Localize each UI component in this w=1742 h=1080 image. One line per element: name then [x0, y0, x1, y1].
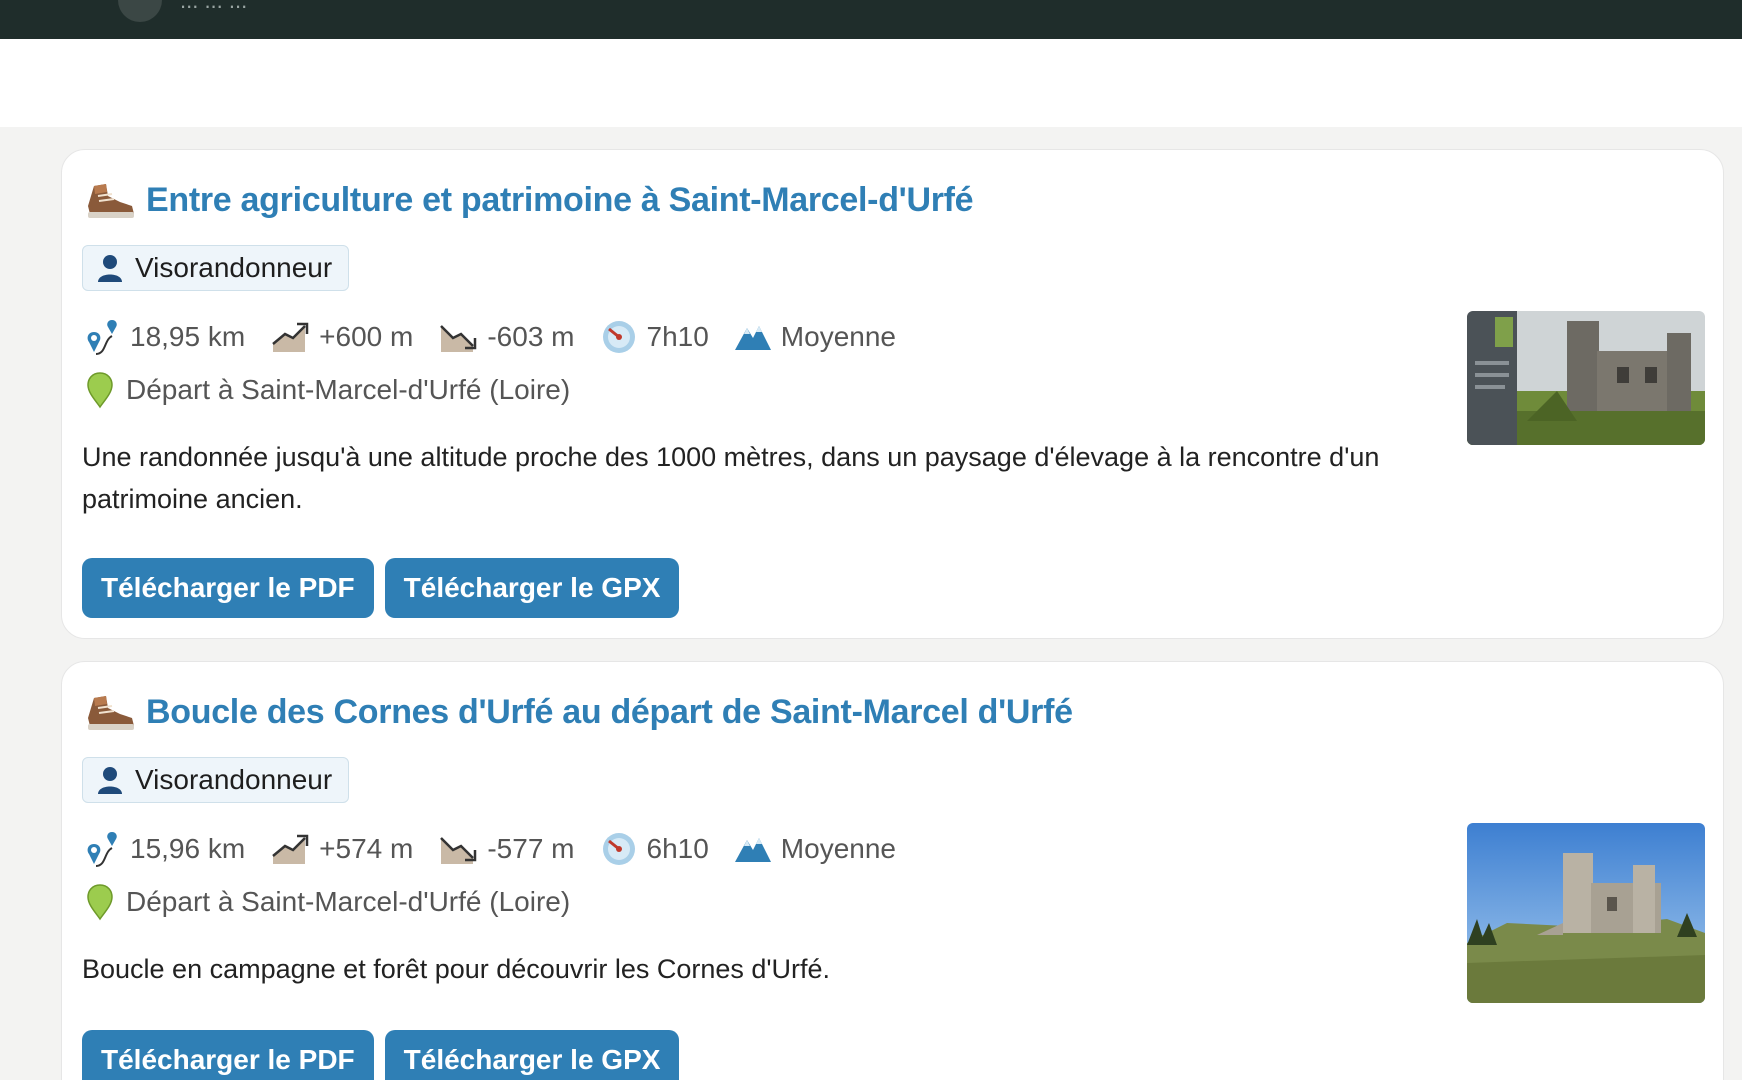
location-pin-icon — [87, 372, 113, 409]
stat-difficulty: Moyenne — [734, 833, 896, 865]
download-pdf-button[interactable]: Télécharger le PDF — [82, 1030, 374, 1080]
ascent-value: +600 m — [319, 321, 414, 352]
stat-descent: -577 m — [439, 832, 575, 866]
author-name: Visorandonneur — [135, 252, 333, 283]
hiking-boot-icon — [88, 184, 134, 218]
start-location: Départ à Saint-Marcel-d'Urfé (Loire) — [86, 882, 570, 922]
hike-photo[interactable] — [1467, 311, 1705, 445]
difficulty-value: Moyenne — [780, 321, 896, 352]
start-text: Départ à Saint-Marcel-d'Urfé (Loire) — [126, 374, 571, 405]
location-pin-icon — [87, 884, 113, 921]
hike-description: Une randonnée jusqu'à une altitude proch… — [82, 442, 1380, 514]
top-navbar: ... ... ... — [0, 0, 1742, 39]
mountain-icon — [734, 838, 771, 862]
author-badge[interactable]: Visorandonneur — [82, 245, 350, 291]
hike-description: Boucle en campagne et forêt pour découvr… — [82, 954, 831, 984]
hike-title-row[interactable]: Boucle des Cornes d'Urfé au départ de Sa… — [84, 692, 1073, 732]
stat-descent: -603 m — [439, 320, 575, 354]
hike-card: Entre agriculture et patrimoine à Saint-… — [61, 149, 1724, 639]
hiking-boot-icon — [88, 696, 134, 730]
hike-card: Boucle des Cornes d'Urfé au départ de Sa… — [61, 661, 1724, 1080]
descent-value: -577 m — [487, 833, 575, 864]
stat-distance: 15,96 km — [84, 830, 245, 868]
descent-icon — [440, 325, 477, 352]
download-buttons: Télécharger le PDF Télécharger le GPX — [82, 1030, 680, 1080]
route-pin-icon — [87, 320, 117, 355]
ascent-icon — [272, 834, 309, 864]
ascent-value: +574 m — [319, 833, 414, 864]
stat-ascent: +574 m — [271, 832, 413, 866]
descent-value: -603 m — [487, 321, 575, 352]
stat-duration: 7h10 — [601, 319, 709, 355]
hike-title-row[interactable]: Entre agriculture et patrimoine à Saint-… — [84, 180, 974, 220]
timer-icon — [602, 321, 635, 353]
avatar[interactable] — [118, 0, 162, 22]
difficulty-value: Moyenne — [780, 833, 896, 864]
hike-stats: 18,95 km +600 m -603 m 7h10 Moyenne — [84, 315, 922, 359]
distance-value: 18,95 km — [130, 321, 246, 352]
route-pin-icon — [87, 832, 117, 867]
author-name: Visorandonneur — [135, 764, 333, 795]
timer-icon — [602, 833, 635, 865]
castle-on-hill-photo — [1467, 823, 1705, 1003]
person-icon — [98, 767, 122, 794]
stat-distance: 18,95 km — [84, 318, 245, 356]
author-badge[interactable]: Visorandonneur — [82, 757, 350, 803]
stat-duration: 6h10 — [601, 831, 709, 867]
person-icon — [98, 255, 122, 282]
hike-photo[interactable] — [1467, 823, 1705, 1003]
header-band — [0, 39, 1742, 127]
hike-title[interactable]: Entre agriculture et patrimoine à Saint-… — [146, 181, 974, 220]
duration-value: 7h10 — [646, 321, 709, 352]
stat-ascent: +600 m — [271, 320, 413, 354]
ascent-icon — [272, 322, 309, 352]
mountain-icon — [734, 326, 771, 350]
castle-ruins-photo — [1467, 311, 1705, 445]
distance-value: 15,96 km — [130, 833, 246, 864]
stat-difficulty: Moyenne — [734, 321, 896, 353]
descent-icon — [440, 837, 477, 864]
duration-value: 6h10 — [646, 833, 709, 864]
download-gpx-button[interactable]: Télécharger le GPX — [384, 558, 680, 618]
download-pdf-button[interactable]: Télécharger le PDF — [82, 558, 374, 618]
hike-stats: 15,96 km +574 m -577 m 6h10 Moyenne — [84, 827, 922, 871]
download-gpx-button[interactable]: Télécharger le GPX — [384, 1030, 680, 1080]
download-buttons: Télécharger le PDF Télécharger le GPX — [82, 558, 680, 618]
hike-title[interactable]: Boucle des Cornes d'Urfé au départ de Sa… — [146, 693, 1073, 732]
start-location: Départ à Saint-Marcel-d'Urfé (Loire) — [86, 370, 570, 410]
start-text: Départ à Saint-Marcel-d'Urfé (Loire) — [126, 886, 571, 917]
topbar-text: ... ... ... — [180, 0, 248, 13]
